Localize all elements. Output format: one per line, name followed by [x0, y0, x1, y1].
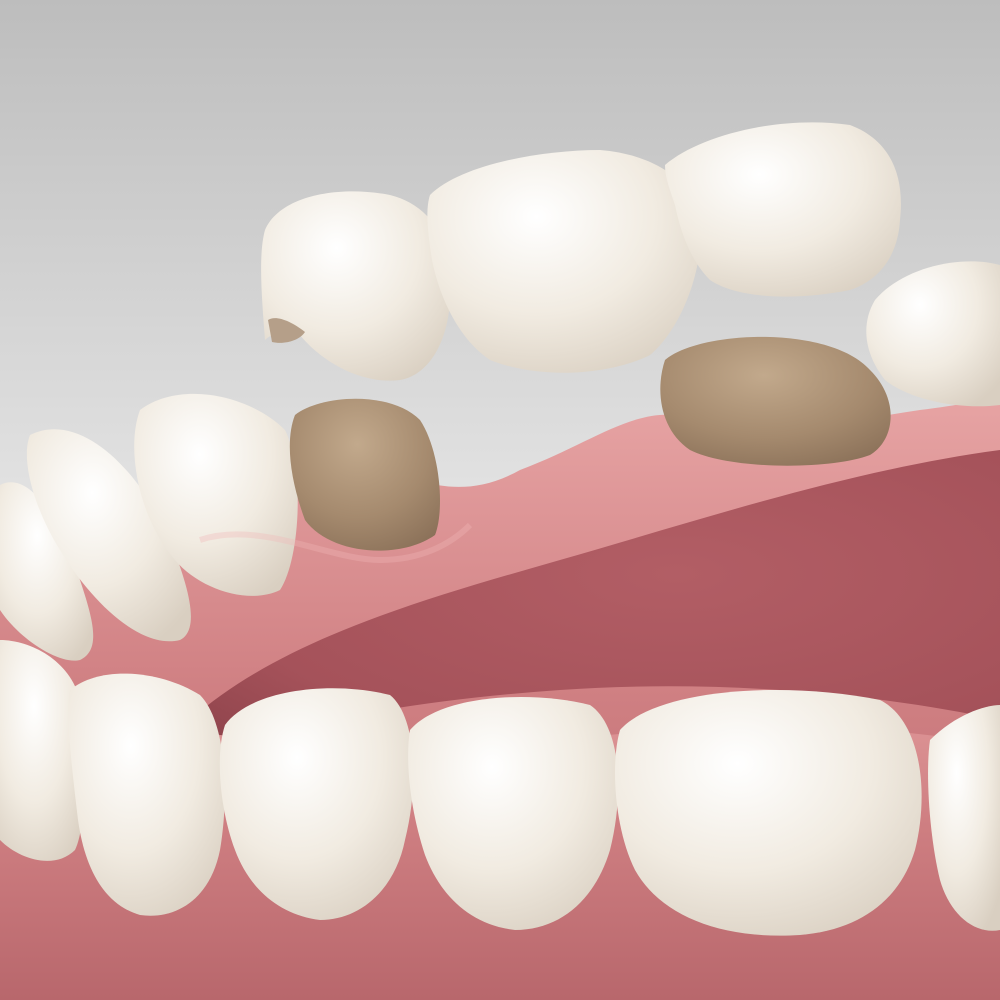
front-molar	[615, 690, 922, 936]
left-abutment	[289, 398, 440, 551]
dental-bridge-illustration	[0, 0, 1000, 1000]
bridge-pontic	[427, 150, 701, 373]
